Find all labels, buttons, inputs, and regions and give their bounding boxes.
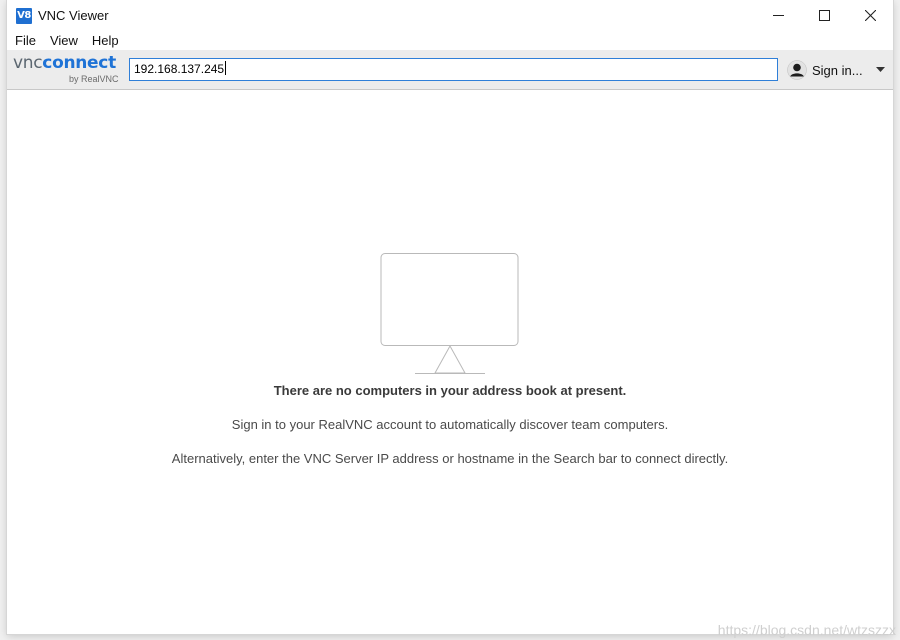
search-input-value: 192.168.137.245 (134, 62, 225, 76)
vnc-viewer-window: V8 VNC Viewer File View Help vncconnect … (7, 0, 893, 634)
toolbar: vncconnect by RealVNC 192.168.137.245 Si… (7, 50, 893, 90)
sign-in-button[interactable]: Sign in... (787, 59, 885, 81)
user-avatar-icon (787, 60, 807, 80)
minimize-icon (772, 15, 784, 16)
brand-subtitle: by RealVNC (69, 74, 119, 84)
brand-vnc: vnc (13, 53, 43, 73)
sign-in-label: Sign in... (812, 62, 863, 78)
empty-state-sign-in-hint: Sign in to your RealVNC account to autom… (231, 417, 669, 432)
chevron-down-icon[interactable] (875, 67, 885, 73)
empty-state-title: There are no computers in your address b… (273, 383, 627, 398)
close-icon (864, 10, 876, 21)
minimize-button[interactable] (755, 0, 801, 31)
menu-view[interactable]: View (43, 31, 85, 50)
vnc-connect-logo: vncconnect by RealVNC (13, 55, 123, 85)
menu-help[interactable]: Help (85, 31, 126, 50)
brand-wordmark: vncconnect (13, 55, 116, 72)
brand-connect: connect (42, 53, 116, 73)
text-caret (225, 61, 227, 75)
empty-state-search-hint: Alternatively, enter the VNC Server IP a… (171, 451, 729, 466)
title-bar: V8 VNC Viewer (7, 0, 893, 31)
watermark-text: https://blog.csdn.net/wtzszzx (717, 622, 896, 638)
menu-file[interactable]: File (7, 31, 43, 50)
search-input[interactable]: 192.168.137.245 (129, 58, 778, 81)
maximize-button[interactable] (801, 0, 847, 31)
close-button[interactable] (847, 0, 893, 31)
window-title: VNC Viewer (38, 8, 109, 23)
window-controls (755, 0, 893, 31)
menu-bar: File View Help (7, 31, 893, 50)
monitor-icon (380, 253, 519, 374)
maximize-icon (818, 10, 830, 21)
address-book-area: There are no computers in your address b… (7, 90, 893, 634)
vnc-viewer-icon: V8 (16, 7, 32, 24)
